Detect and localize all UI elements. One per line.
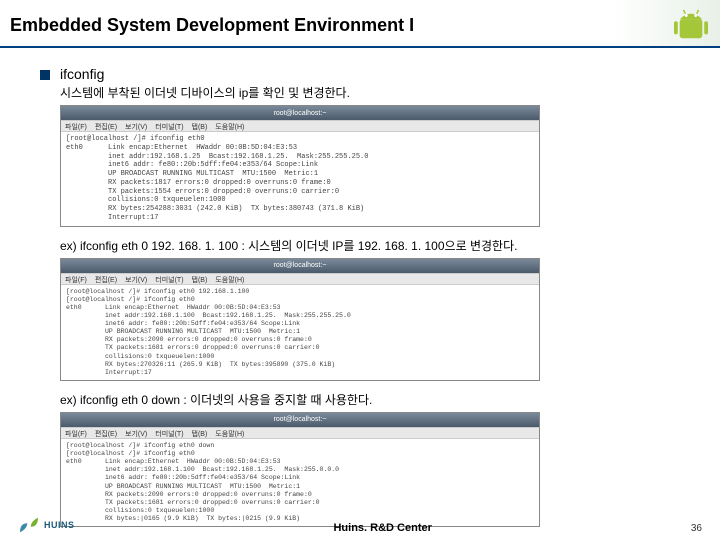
slide-content: ifconfig 시스템에 부착된 이더넷 디바이스의 ip를 확인 및 변경한… bbox=[0, 48, 720, 527]
menu-item: 탭(B) bbox=[192, 275, 208, 283]
terminal-output: [root@localhost /]# ifconfig eth0 192.16… bbox=[61, 285, 539, 380]
terminal-menubar: 파일(F) 편집(E) 보기(V) 터미널(T) 탭(B) 도움말(H) bbox=[61, 120, 539, 132]
menu-item: 보기(V) bbox=[125, 429, 147, 437]
terminal-window-1: root@localhost:~ 파일(F) 편집(E) 보기(V) 터미널(T… bbox=[60, 105, 540, 227]
terminal-titlebar: root@localhost:~ bbox=[61, 259, 539, 273]
menu-item: 탭(B) bbox=[192, 122, 208, 130]
huins-logo: HUINS bbox=[18, 516, 75, 534]
footer-center-text: Huins. R&D Center bbox=[75, 522, 691, 534]
menu-item: 도움말(H) bbox=[215, 122, 244, 130]
terminal-titlebar: root@localhost:~ bbox=[61, 413, 539, 427]
logo-text: HUINS bbox=[44, 520, 75, 530]
android-icon bbox=[672, 8, 710, 42]
terminal-output: [root@localhost /]# ifconfig eth0 eth0 L… bbox=[61, 132, 539, 226]
bullet-row: ifconfig bbox=[40, 66, 680, 82]
menu-item: 탭(B) bbox=[192, 429, 208, 437]
terminal-output: [root@localhost /]# ifconfig eth0 down [… bbox=[61, 439, 539, 526]
square-bullet-icon bbox=[40, 70, 50, 80]
menu-item: 편집(E) bbox=[95, 429, 117, 437]
terminal-menubar: 파일(F) 편집(E) 보기(V) 터미널(T) 탭(B) 도움말(H) bbox=[61, 427, 539, 439]
menu-item: 터미널(T) bbox=[155, 275, 183, 283]
slide-title: Embedded System Development Environment … bbox=[10, 15, 414, 36]
menu-item: 보기(V) bbox=[125, 275, 147, 283]
command-description: 시스템에 부착된 이더넷 디바이스의 ip를 확인 및 변경한다. bbox=[60, 84, 680, 101]
terminal-titlebar: root@localhost:~ bbox=[61, 106, 539, 120]
menu-item: 파일(F) bbox=[65, 429, 87, 437]
menu-item: 보기(V) bbox=[125, 122, 147, 130]
slide-footer: HUINS Huins. R&D Center 36 bbox=[0, 516, 720, 534]
terminal-window-2: root@localhost:~ 파일(F) 편집(E) 보기(V) 터미널(T… bbox=[60, 258, 540, 381]
menu-item: 편집(E) bbox=[95, 275, 117, 283]
command-name: ifconfig bbox=[60, 66, 104, 82]
example-caption-1: ex) ifconfig eth 0 192. 168. 1. 100 : 시스… bbox=[60, 237, 680, 254]
page-number: 36 bbox=[691, 523, 702, 534]
terminal-window-3: root@localhost:~ 파일(F) 편집(E) 보기(V) 터미널(T… bbox=[60, 412, 540, 527]
menu-item: 터미널(T) bbox=[155, 122, 183, 130]
menu-item: 도움말(H) bbox=[215, 275, 244, 283]
menu-item: 도움말(H) bbox=[215, 429, 244, 437]
slide-header: Embedded System Development Environment … bbox=[0, 0, 720, 48]
example-caption-2: ex) ifconfig eth 0 down : 이더넷의 사용을 중지할 때… bbox=[60, 391, 680, 408]
menu-item: 편집(E) bbox=[95, 122, 117, 130]
huins-logo-icon bbox=[18, 516, 40, 534]
menu-item: 터미널(T) bbox=[155, 429, 183, 437]
menu-item: 파일(F) bbox=[65, 275, 87, 283]
terminal-menubar: 파일(F) 편집(E) 보기(V) 터미널(T) 탭(B) 도움말(H) bbox=[61, 273, 539, 285]
menu-item: 파일(F) bbox=[65, 122, 87, 130]
